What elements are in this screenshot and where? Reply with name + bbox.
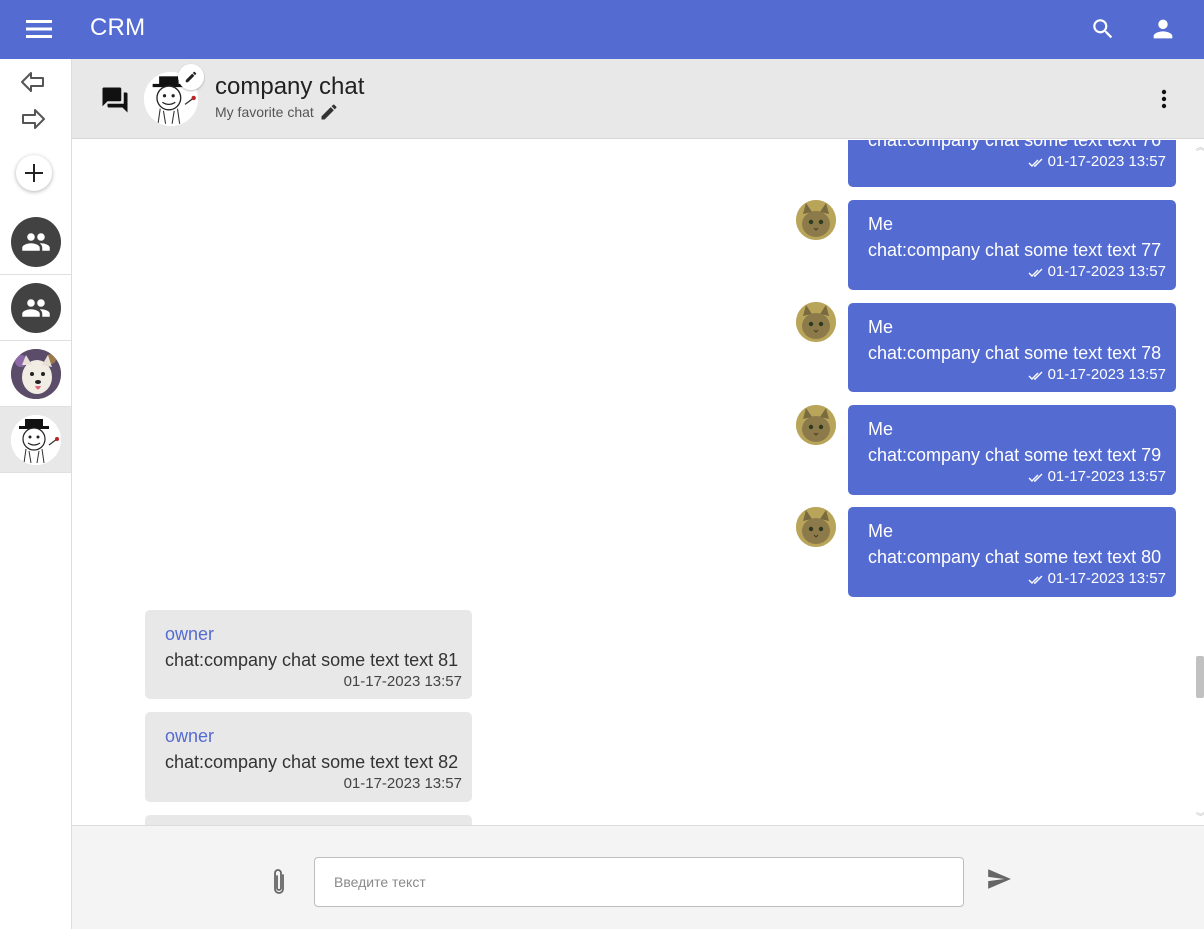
cat-photo xyxy=(796,200,836,240)
more-options-button[interactable] xyxy=(1150,85,1178,113)
message-list[interactable]: chat:company chat some text text 76 01-1… xyxy=(72,140,1204,825)
meme-photo xyxy=(10,414,61,465)
group-avatar xyxy=(10,216,61,267)
message-text: chat:company chat some text text 77 xyxy=(868,240,1162,260)
scroll-up-icon[interactable]: ︽ xyxy=(1196,140,1204,154)
message-text: chat:company chat some text text 82 xyxy=(165,752,459,772)
message-text: chat:company chat some text text 80 xyxy=(868,547,1162,567)
message-time-text: 01-17-2023 13:57 xyxy=(1047,366,1166,383)
double-check-icon xyxy=(1028,473,1043,482)
forward-button[interactable] xyxy=(16,104,50,134)
message-time-text: 01-17-2023 13:57 xyxy=(1047,468,1166,485)
message-time: 01-17-2023 13:57 xyxy=(1028,263,1166,280)
add-icon xyxy=(25,164,43,182)
send-button[interactable] xyxy=(984,864,1014,894)
attach-button[interactable] xyxy=(266,866,292,898)
double-check-icon xyxy=(1028,158,1043,167)
group-icon xyxy=(21,232,50,251)
back-button[interactable] xyxy=(16,67,50,97)
message-author[interactable]: owner xyxy=(165,726,214,747)
cat-avatar xyxy=(796,507,836,547)
chat-list-item[interactable] xyxy=(0,209,71,275)
cat-avatar xyxy=(796,405,836,445)
search-icon xyxy=(1093,19,1113,39)
forum-icon xyxy=(102,87,128,113)
scroll-down-icon[interactable]: ︾ xyxy=(1196,810,1204,824)
menu-icon xyxy=(26,20,52,38)
account-button[interactable] xyxy=(1148,14,1178,44)
message-text: chat:company chat some text text 81 xyxy=(165,650,459,670)
message-outgoing: Me chat:company chat some text text 79 0… xyxy=(848,405,1176,495)
arrow-back-icon xyxy=(21,72,44,92)
app-title: CRM xyxy=(90,14,146,41)
message-incoming: owner chat:company chat some text text 8… xyxy=(145,610,472,699)
message-time: 01-17-2023 13:57 xyxy=(1028,153,1166,170)
message-time: 01-17-2023 13:57 xyxy=(1028,570,1166,587)
chat-header: company chat My favorite chat xyxy=(72,59,1204,139)
message-author: Me xyxy=(868,521,894,541)
chat-list-item[interactable] xyxy=(0,341,71,407)
meme-avatar xyxy=(10,414,61,465)
message-time: 01-17-2023 13:57 xyxy=(1028,468,1166,485)
message-author[interactable]: owner xyxy=(165,624,214,645)
message-time-text: 01-17-2023 13:57 xyxy=(1047,153,1166,170)
message-outgoing: chat:company chat some text text 76 01-1… xyxy=(848,140,1176,187)
arrow-forward-icon xyxy=(22,109,45,129)
edit-subtitle-button[interactable] xyxy=(318,101,340,123)
chat-subtitle: My favorite chat xyxy=(215,104,314,120)
double-check-icon xyxy=(1028,371,1043,380)
more-vert-icon xyxy=(1161,89,1167,109)
cat-avatar xyxy=(796,302,836,342)
message-incoming-partial xyxy=(145,815,472,825)
chats-button[interactable] xyxy=(100,85,130,115)
cat-photo xyxy=(796,405,836,445)
message-text: chat:company chat some text text 76 xyxy=(868,140,1162,150)
scroll-thumb[interactable] xyxy=(1196,656,1204,698)
message-time: 01-17-2023 13:57 xyxy=(1028,366,1166,383)
cat-avatar xyxy=(796,200,836,240)
app-bar: CRM xyxy=(0,0,1204,59)
chat-title: company chat xyxy=(215,73,365,100)
message-outgoing: Me chat:company chat some text text 78 0… xyxy=(848,303,1176,392)
group-icon xyxy=(21,298,50,317)
message-time-text: 01-17-2023 13:57 xyxy=(1047,570,1166,587)
message-incoming: owner chat:company chat some text text 8… xyxy=(145,712,472,802)
dog-photo-avatar xyxy=(10,348,61,399)
edit-avatar-button[interactable] xyxy=(178,64,204,90)
message-outgoing: Me chat:company chat some text text 80 0… xyxy=(848,507,1176,597)
message-author: Me xyxy=(868,317,894,337)
cat-photo xyxy=(796,302,836,342)
add-chat-button[interactable] xyxy=(16,155,52,191)
double-check-icon xyxy=(1028,268,1043,277)
message-time: 01-17-2023 13:57 xyxy=(343,673,462,690)
message-text: chat:company chat some text text 78 xyxy=(868,343,1162,363)
menu-button[interactable] xyxy=(21,15,57,43)
pencil-icon xyxy=(185,71,197,83)
message-input[interactable] xyxy=(314,857,964,907)
message-scrollbar[interactable]: ︽ ︾ xyxy=(1196,140,1204,825)
message-author: Me xyxy=(868,214,894,234)
search-button[interactable] xyxy=(1088,14,1118,44)
paperclip-icon xyxy=(274,869,284,894)
message-time: 01-17-2023 13:57 xyxy=(343,775,462,792)
chat-list-item[interactable] xyxy=(0,275,71,341)
message-time-text: 01-17-2023 13:57 xyxy=(1047,263,1166,280)
chat-list-rail xyxy=(0,59,72,929)
message-outgoing: Me chat:company chat some text text 77 0… xyxy=(848,200,1176,290)
double-check-icon xyxy=(1028,575,1043,584)
account-icon xyxy=(1153,19,1173,39)
group-avatar xyxy=(10,282,61,333)
dog-photo xyxy=(10,348,61,399)
message-composer xyxy=(72,825,1204,929)
cat-photo xyxy=(796,507,836,547)
pencil-icon xyxy=(321,104,337,120)
message-text: chat:company chat some text text 79 xyxy=(868,445,1162,465)
message-author: Me xyxy=(868,419,894,439)
send-icon xyxy=(988,869,1011,889)
chat-list-item-active[interactable] xyxy=(0,407,71,473)
